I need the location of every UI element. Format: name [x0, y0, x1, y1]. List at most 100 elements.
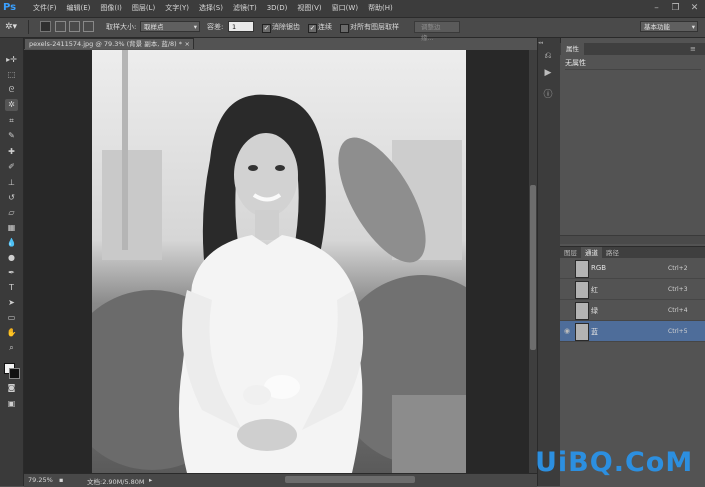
healing-brush-tool-icon[interactable]: ✚: [5, 146, 18, 158]
document-tab[interactable]: pexels-2411574.jpg @ 79.3% (背景 副本, 蓝/8) …: [24, 38, 194, 49]
contiguous-checkbox[interactable]: ✓: [308, 24, 317, 33]
antialias-checkbox[interactable]: ✓: [262, 24, 271, 33]
menu-window[interactable]: 窗口(W): [327, 0, 363, 17]
menu-select[interactable]: 选择(S): [194, 0, 228, 17]
tolerance-input[interactable]: 1: [228, 21, 254, 32]
channel-thumbnail: [575, 302, 589, 320]
close-icon[interactable]: ✕: [690, 4, 699, 13]
sample-size-label: 取样大小:: [106, 23, 137, 31]
menu-view[interactable]: 视图(V): [292, 0, 326, 17]
eraser-tool-icon[interactable]: ▱: [5, 207, 18, 219]
photoshop-logo: Ps: [3, 2, 17, 13]
properties-panel: [560, 43, 705, 246]
shape-tool-icon[interactable]: ▭: [5, 312, 18, 324]
horizontal-scrollbar-thumb[interactable]: [285, 476, 415, 483]
channel-thumbnail: [575, 260, 589, 278]
screen-mode-icon[interactable]: ▣: [5, 398, 18, 410]
marquee-tool-icon[interactable]: ⬚: [5, 69, 18, 81]
new-selection-icon[interactable]: [40, 21, 51, 32]
properties-footer: [560, 235, 705, 244]
history-brush-tool-icon[interactable]: ↺: [5, 192, 18, 204]
eye-icon[interactable]: ◉: [563, 327, 571, 335]
collapsed-panels: [537, 38, 561, 486]
background-color-swatch[interactable]: [9, 368, 20, 379]
visibility-toggle[interactable]: [563, 264, 571, 272]
gradient-tool-icon[interactable]: ▦: [5, 222, 18, 234]
channel-thumbnail: [575, 323, 589, 341]
all-layers-checkbox[interactable]: [340, 24, 349, 33]
hand-tool-icon[interactable]: ✋: [5, 327, 18, 339]
add-selection-icon[interactable]: [55, 21, 66, 32]
type-tool-icon[interactable]: T: [5, 282, 18, 294]
restore-icon[interactable]: ❐: [671, 4, 680, 13]
channel-name: 红: [591, 286, 598, 294]
visibility-toggle[interactable]: [563, 285, 571, 293]
tolerance-value: 1: [232, 23, 237, 31]
subtract-selection-icon[interactable]: [69, 21, 80, 32]
divider: [28, 20, 29, 34]
clone-stamp-tool-icon[interactable]: ⊥: [5, 177, 18, 189]
zoom-level[interactable]: 79.25%: [28, 476, 53, 484]
crop-tool-icon[interactable]: ⌗: [5, 115, 18, 127]
menu-bar: Ps 文件(F) 编辑(E) 图像(I) 图层(L) 文字(Y) 选择(S) 滤…: [0, 0, 705, 18]
channel-thumbnail: [575, 281, 589, 299]
status-bar: 79.25% ▪ 文档:2.90M/5.80M ▸: [24, 473, 537, 487]
menu-layer[interactable]: 图层(L): [127, 0, 160, 17]
tolerance-label: 容差:: [207, 23, 224, 31]
document-image[interactable]: [92, 50, 466, 473]
menu-file[interactable]: 文件(F): [28, 0, 62, 17]
blur-tool-icon[interactable]: 💧: [5, 237, 18, 249]
visibility-toggle[interactable]: [563, 306, 571, 314]
channel-shortcut: Ctrl+5: [668, 328, 688, 335]
brush-tool-icon[interactable]: ✐: [5, 161, 18, 173]
options-bar: ✲▾ 取样大小: 取样点 ▾ 容差: 1 ✓ 消除锯齿 ✓ 连续 对所有图层取样…: [0, 18, 705, 42]
menu-filter[interactable]: 滤镜(T): [228, 0, 262, 17]
close-tab-icon[interactable]: ×: [185, 39, 190, 49]
status-menu-icon[interactable]: ▸: [149, 476, 152, 484]
quick-mask-icon[interactable]: ◙: [5, 382, 18, 394]
menu-help[interactable]: 帮助(H): [363, 0, 398, 17]
vertical-scrollbar-thumb[interactable]: [530, 185, 536, 350]
lasso-tool-icon[interactable]: ᘓ: [5, 84, 18, 96]
menu-type[interactable]: 文字(Y): [160, 0, 194, 17]
zoom-tool-icon[interactable]: ⌕: [5, 342, 18, 354]
panel-menu-icon[interactable]: ≡: [690, 45, 696, 53]
menu-list: 文件(F) 编辑(E) 图像(I) 图层(L) 文字(Y) 选择(S) 滤镜(T…: [28, 0, 398, 17]
channel-name: 蓝: [591, 328, 598, 336]
menu-image[interactable]: 图像(I): [95, 0, 127, 17]
tab-properties[interactable]: 属性: [561, 43, 584, 55]
portrait-photo: [92, 50, 466, 473]
history-icon[interactable]: ⎌: [542, 50, 554, 62]
intersect-selection-icon[interactable]: [83, 21, 94, 32]
channel-shortcut: Ctrl+4: [668, 307, 688, 314]
refine-edge-button[interactable]: 调整边缘...: [414, 21, 460, 42]
window-controls: – ❐ ✕: [652, 0, 703, 17]
channel-name: RGB: [591, 264, 607, 272]
pen-tool-icon[interactable]: ✒: [5, 267, 18, 279]
site-watermark: UiBQ.CoM: [535, 447, 694, 478]
status-icon[interactable]: ▪: [59, 476, 63, 484]
menu-3d[interactable]: 3D(D): [262, 0, 293, 17]
minimize-icon[interactable]: –: [652, 4, 661, 13]
channel-name: 绿: [591, 307, 598, 315]
path-selection-tool-icon[interactable]: ➤: [5, 297, 18, 309]
channel-shortcut: Ctrl+2: [668, 265, 688, 272]
menu-edit[interactable]: 编辑(E): [62, 0, 96, 17]
chevron-down-icon: ▾: [193, 23, 197, 31]
eyedropper-tool-icon[interactable]: ✎: [5, 130, 18, 142]
info-icon[interactable]: ⓘ: [542, 89, 554, 101]
move-tool-icon[interactable]: ▸✛: [5, 54, 18, 66]
no-properties-text: 无属性: [565, 57, 701, 70]
magic-wand-tool-icon[interactable]: ✲: [5, 99, 18, 111]
magic-wand-preset-icon[interactable]: ✲▾: [5, 21, 21, 33]
dodge-tool-icon[interactable]: ●: [5, 252, 18, 264]
sample-size-dropdown[interactable]: 取样点 ▾: [140, 21, 200, 32]
antialias-label: 消除锯齿: [272, 23, 300, 31]
workspace-value: 基本功能: [644, 23, 670, 31]
collapse-arrows-icon[interactable]: ◂◂: [538, 40, 558, 46]
actions-play-icon[interactable]: ▶: [542, 67, 554, 79]
sample-size-value: 取样点: [144, 23, 164, 31]
chevron-down-icon: ▾: [691, 23, 695, 31]
contiguous-label: 连续: [318, 23, 332, 31]
workspace-dropdown[interactable]: 基本功能 ▾: [640, 21, 698, 32]
